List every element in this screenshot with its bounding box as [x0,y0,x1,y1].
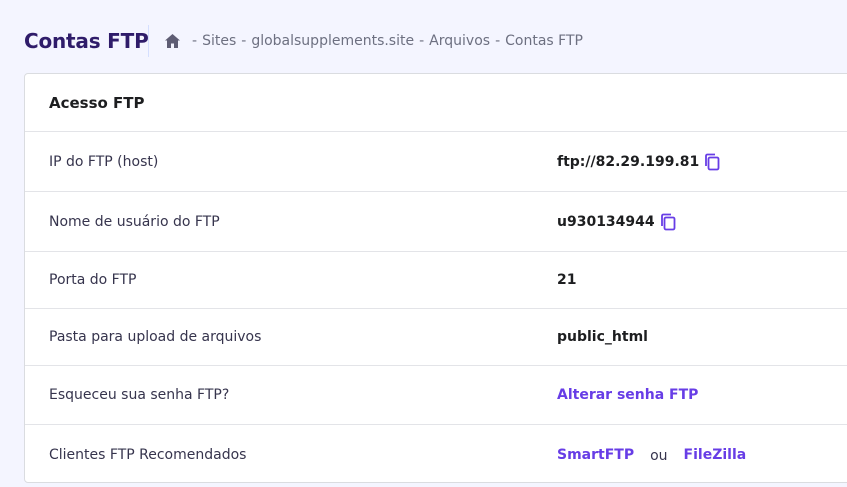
row-value-wrapper: Alterar senha FTP [557,387,698,403]
breadcrumb-item-current: Contas FTP [505,33,583,49]
row-ftp-clients: Clientes FTP Recomendados SmartFTP ou Fi… [25,425,847,484]
copy-icon[interactable] [703,153,721,171]
breadcrumb: - Sites - globalsupplements.site - Arqui… [164,33,583,49]
breadcrumb-separator: - [495,33,501,49]
card-title: Acesso FTP [49,93,145,112]
card-header: Acesso FTP [25,74,847,132]
upload-folder-value: public_html [557,329,648,345]
row-ftp-host: IP do FTP (host) ftp://82.29.199.81 [25,132,847,192]
ftp-username-value: u930134944 [557,213,655,230]
page-title: Contas FTP [24,29,149,53]
row-ftp-port: Porta do FTP 21 [25,252,847,309]
smartftp-link[interactable]: SmartFTP [557,447,634,463]
ftp-port-value: 21 [557,272,577,288]
row-ftp-username: Nome de usuário do FTP u930134944 [25,192,847,252]
row-value-wrapper: SmartFTP ou FileZilla [557,447,747,464]
breadcrumb-separator: - [192,33,198,49]
row-label: Clientes FTP Recomendados [49,446,247,463]
breadcrumb-item-arquivos[interactable]: Arquivos [429,33,490,49]
row-label: Esqueceu sua senha FTP? [49,387,230,403]
row-label: Porta do FTP [49,272,137,288]
row-value-wrapper: u930134944 [557,213,677,231]
or-text: ou [650,447,668,464]
breadcrumb-item-sites[interactable]: Sites [202,33,236,49]
change-ftp-password-link[interactable]: Alterar senha FTP [557,387,698,403]
filezilla-link[interactable]: FileZilla [684,447,747,463]
row-label: Pasta para upload de arquivos [49,329,262,345]
row-label: IP do FTP (host) [49,153,159,170]
breadcrumb-item-domain[interactable]: globalsupplements.site [251,33,414,49]
ftp-access-card: Acesso FTP IP do FTP (host) ftp://82.29.… [24,73,847,483]
breadcrumb-separator: - [419,33,425,49]
page-header: Contas FTP - Sites - globalsupplements.s… [0,0,847,74]
copy-icon[interactable] [659,213,677,231]
breadcrumb-separator: - [241,33,247,49]
row-value-wrapper: ftp://82.29.199.81 [557,153,721,171]
header-divider [148,25,149,57]
row-upload-folder: Pasta para upload de arquivos public_htm… [25,309,847,366]
row-forgot-password: Esqueceu sua senha FTP? Alterar senha FT… [25,366,847,425]
ftp-host-value: ftp://82.29.199.81 [557,153,700,170]
home-icon[interactable] [164,33,181,49]
row-label: Nome de usuário do FTP [49,213,220,230]
